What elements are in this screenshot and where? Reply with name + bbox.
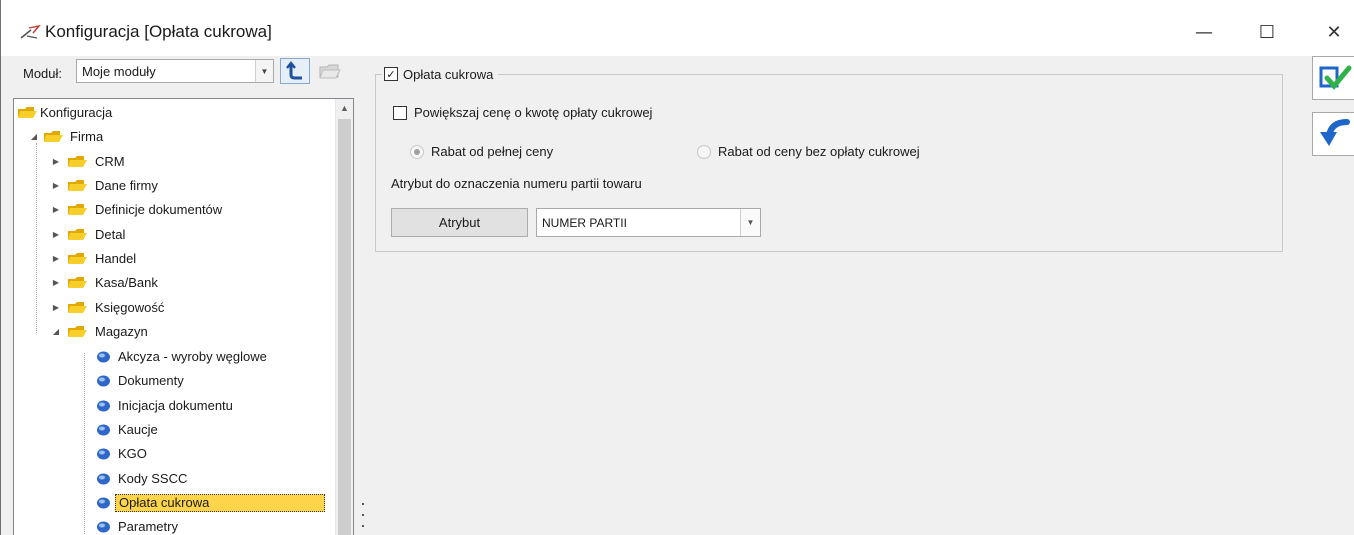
- leaf-icon: [97, 473, 110, 485]
- save-check-icon: [1319, 65, 1351, 90]
- tree-item-label: Dane firmy: [95, 178, 158, 193]
- module-folder-button[interactable]: [315, 58, 345, 84]
- tree-item-label: Dokumenty: [118, 373, 184, 388]
- minimize-button[interactable]: —: [1181, 14, 1227, 50]
- curved-arrow-icon: [286, 61, 302, 80]
- module-dropdown[interactable]: Moje moduły ▼: [76, 59, 274, 83]
- expand-arrow-icon[interactable]: ▶: [50, 178, 62, 192]
- radio-net-price-option[interactable]: Rabat od ceny bez opłaty cukrowej: [697, 144, 920, 159]
- leaf-icon: [97, 424, 110, 436]
- close-button[interactable]: ✕: [1311, 14, 1354, 50]
- expand-arrow-icon[interactable]: ▶: [50, 227, 62, 241]
- tree-item-label: Kody SSCC: [118, 471, 188, 486]
- leaf-icon: [97, 521, 110, 533]
- tree-item-label: Detal: [95, 227, 126, 242]
- attribute-value: NUMER PARTII: [542, 216, 627, 230]
- tools-icon: [20, 24, 41, 39]
- radio-full-price-label: Rabat od pełnej ceny: [431, 144, 554, 159]
- radio-net-price-label: Rabat od ceny bez opłaty cukrowej: [718, 144, 920, 159]
- folder-icon: [68, 302, 87, 313]
- attribute-button[interactable]: Atrybut: [391, 208, 528, 237]
- sugar-fee-group-header[interactable]: ✓ Opłata cukrowa: [382, 65, 499, 83]
- folder-icon: [68, 156, 87, 167]
- tree-item-label: Firma: [70, 129, 104, 144]
- module-back-button[interactable]: [280, 58, 310, 84]
- chevron-down-icon[interactable]: ▼: [740, 209, 760, 236]
- save-button[interactable]: [1312, 56, 1354, 100]
- tree-item-label: Kaucje: [118, 422, 158, 437]
- config-tree[interactable]: Konfiguracja ◢ Firma ▶ CRM ▶ Dane firmy …: [13, 98, 354, 535]
- increase-price-label: Powiększaj cenę o kwotę opłaty cukrowej: [414, 105, 653, 120]
- attribute-caption: Atrybut do oznaczenia numeru partii towa…: [391, 176, 642, 191]
- tree-item-label: Akcyza - wyroby węglowe: [118, 349, 267, 364]
- undo-arrow-icon: [1319, 119, 1350, 146]
- folder-icon: [68, 277, 87, 288]
- folder-icon: [68, 326, 87, 337]
- sugar-fee-checkbox[interactable]: ✓: [384, 67, 398, 81]
- tree-item-label: Konfiguracja: [40, 105, 113, 120]
- sugar-fee-group-title: Opłata cukrowa: [403, 66, 494, 82]
- increase-price-option[interactable]: Powiększaj cenę o kwotę opłaty cukrowej: [393, 105, 652, 120]
- expand-arrow-icon[interactable]: ▶: [50, 202, 62, 216]
- folder-icon: [18, 107, 37, 118]
- leaf-icon: [97, 497, 110, 509]
- tree-item-label: Kasa/Bank: [95, 275, 158, 290]
- tree-item-label: CRM: [95, 154, 125, 169]
- expand-arrow-icon[interactable]: ▶: [50, 300, 62, 314]
- tree-item-label: Księgowość: [95, 300, 165, 315]
- folder-disabled-icon: [319, 64, 341, 79]
- folder-icon: [68, 204, 87, 215]
- tree-item-label: KGO: [118, 446, 147, 461]
- expand-arrow-icon[interactable]: ▶: [50, 275, 62, 289]
- attribute-dropdown[interactable]: NUMER PARTII ▼: [536, 208, 761, 237]
- tree-item-label: Opłata cukrowa: [115, 494, 325, 512]
- undo-button[interactable]: [1312, 112, 1354, 156]
- module-selected-value: Moje moduły: [82, 64, 156, 79]
- tree-scrollbar[interactable]: ▲: [335, 99, 353, 535]
- maximize-button[interactable]: ☐: [1244, 14, 1290, 50]
- expand-arrow-icon[interactable]: ▶: [50, 251, 62, 265]
- increase-price-checkbox[interactable]: [393, 105, 407, 120]
- expand-arrow-icon[interactable]: ▶: [50, 154, 62, 168]
- title-bar: Konfiguracja [Opłata cukrowa] — ☐ ✕: [1, 0, 1354, 56]
- collapse-arrow-icon[interactable]: ◢: [50, 324, 62, 338]
- radio-full-price-option[interactable]: Rabat od pełnej ceny: [410, 144, 553, 159]
- leaf-icon: [97, 375, 110, 387]
- folder-icon: [68, 229, 87, 240]
- leaf-icon: [97, 448, 110, 460]
- tree-item-label: Magazyn: [95, 324, 148, 339]
- radio-full-price[interactable]: [410, 144, 424, 159]
- folder-icon: [68, 253, 87, 264]
- radio-net-price[interactable]: [697, 144, 711, 159]
- window-title: Konfiguracja [Opłata cukrowa]: [45, 22, 272, 41]
- collapse-arrow-icon[interactable]: ◢: [28, 129, 40, 143]
- folder-icon: [68, 180, 87, 191]
- tree-item-label: Inicjacja dokumentu: [118, 398, 233, 413]
- tree-item-label: Handel: [95, 251, 137, 266]
- chevron-down-icon[interactable]: ▼: [255, 60, 273, 82]
- tree-item-label: Definicje dokumentów: [95, 202, 223, 217]
- panel-splitter[interactable]: [361, 503, 364, 527]
- scrollbar-thumb[interactable]: [338, 119, 351, 535]
- scroll-up-icon[interactable]: ▲: [336, 99, 353, 117]
- module-label: Moduł:: [23, 66, 63, 81]
- config-window: Konfiguracja [Opłata cukrowa] — ☐ ✕ Modu…: [0, 0, 1354, 535]
- folder-icon: [44, 131, 63, 142]
- leaf-icon: [97, 400, 110, 412]
- leaf-icon: [97, 351, 110, 363]
- tree-item-label: Parametry: [118, 519, 178, 534]
